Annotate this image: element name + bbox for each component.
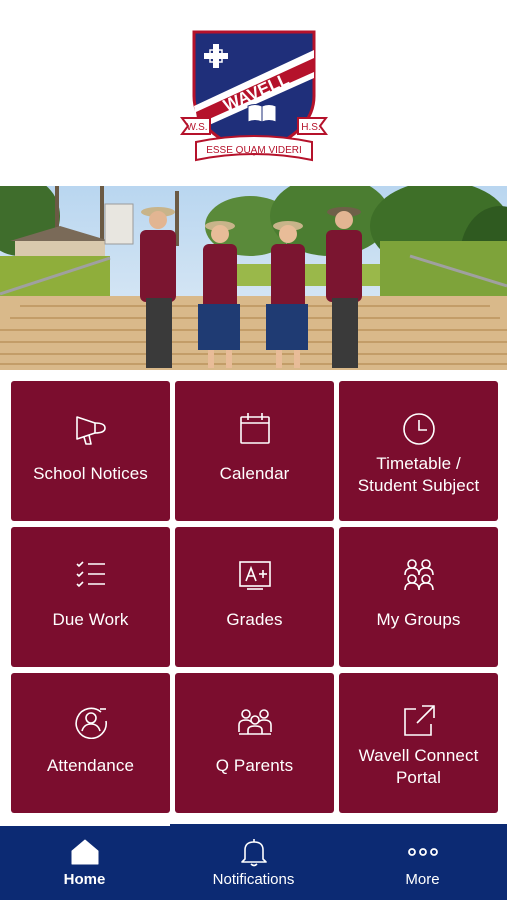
tile-wavell-connect-portal[interactable]: Wavell Connect Portal <box>339 673 498 813</box>
tile-school-notices[interactable]: School Notices <box>11 381 170 521</box>
bell-icon <box>239 836 269 868</box>
nav-more-label: More <box>405 871 440 888</box>
tile-label: Q Parents <box>215 756 294 775</box>
tile-label: Timetable / Student Subject <box>357 454 480 495</box>
nav-home[interactable]: Home <box>0 824 169 900</box>
nav-home-label: Home <box>63 871 106 888</box>
calendar-icon <box>235 409 275 449</box>
tile-due-work[interactable]: Due Work <box>11 527 170 667</box>
tile-q-parents[interactable]: Q Parents <box>175 673 334 813</box>
tile-my-groups[interactable]: My Groups <box>339 527 498 667</box>
tile-grades[interactable]: Grades <box>175 527 334 667</box>
nav-more[interactable]: More <box>338 824 507 900</box>
active-tab-indicator <box>0 824 170 826</box>
menu-grid: School Notices Calendar Timetable / Stud… <box>11 381 498 813</box>
header: WAVELL W.S. H.S. ESSE QUAM VIDERI <box>0 0 507 186</box>
checklist-icon <box>71 555 111 595</box>
external-link-icon <box>399 701 439 741</box>
bottom-navigation: Home Notifications More <box>0 824 507 900</box>
tile-label: Wavell Connect Portal <box>358 746 479 787</box>
tile-label: Grades <box>226 610 283 629</box>
crest-motto: ESSE QUAM VIDERI <box>206 145 302 156</box>
crest-initials-right: H.S. <box>301 122 320 133</box>
tile-timetable[interactable]: Timetable / Student Subject <box>339 381 498 521</box>
school-crest-logo: WAVELL W.S. H.S. ESSE QUAM VIDERI <box>180 30 328 162</box>
parents-icon <box>235 701 275 741</box>
groups-icon <box>399 555 439 595</box>
tile-label: Calendar <box>219 464 290 483</box>
tile-label: My Groups <box>376 610 461 629</box>
hero-image <box>0 186 507 370</box>
tile-label: Attendance <box>46 756 134 775</box>
tile-calendar[interactable]: Calendar <box>175 381 334 521</box>
students-photo-illustration <box>0 186 507 370</box>
nav-notifications[interactable]: Notifications <box>169 824 338 900</box>
grade-icon <box>235 555 275 595</box>
tile-label: Due Work <box>52 610 129 629</box>
crest-initials-left: W.S. <box>186 122 207 133</box>
tile-attendance[interactable]: Attendance <box>11 673 170 813</box>
megaphone-icon <box>71 409 111 449</box>
nav-notifications-label: Notifications <box>212 871 295 888</box>
tile-label: School Notices <box>33 464 148 483</box>
more-icon <box>406 836 440 868</box>
attendance-icon <box>71 701 111 741</box>
clock-icon <box>399 409 439 449</box>
home-icon <box>70 836 100 868</box>
